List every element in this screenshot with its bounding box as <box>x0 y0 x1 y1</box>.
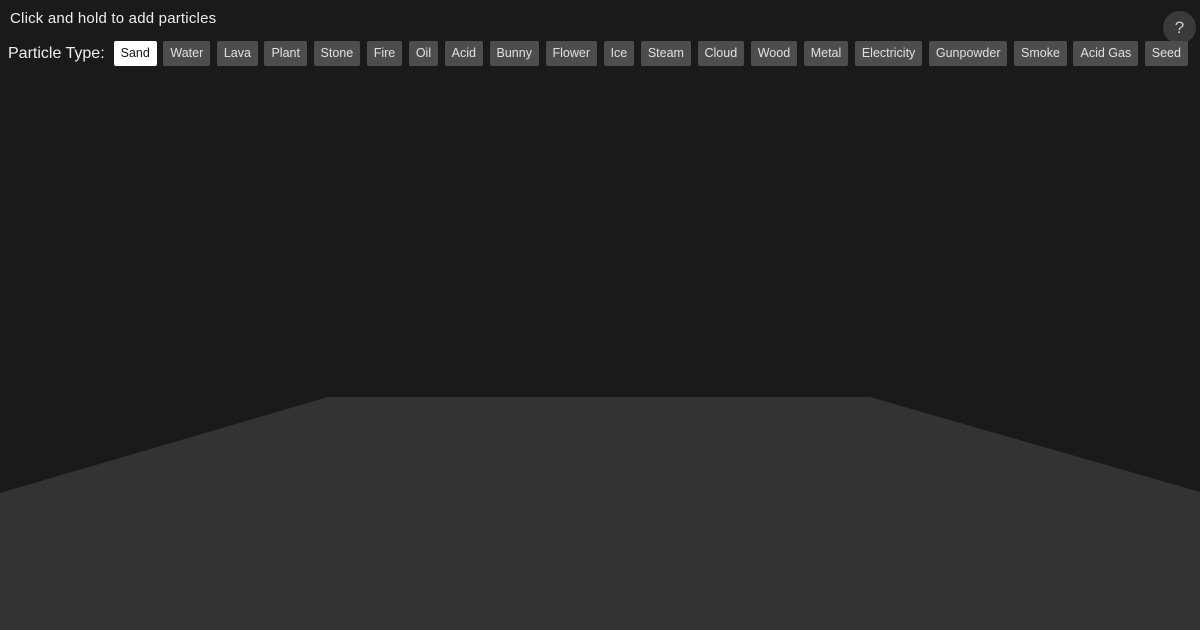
particle-type-button-smoke[interactable]: Smoke <box>1014 41 1067 66</box>
particle-type-button-seed[interactable]: Seed <box>1144 41 1188 66</box>
particle-type-button-water[interactable]: Water <box>163 41 211 66</box>
particle-type-button-wood[interactable]: Wood <box>750 41 798 66</box>
particle-type-button-metal[interactable]: Metal <box>803 41 849 66</box>
particle-type-button-electricity[interactable]: Electricity <box>854 41 923 66</box>
particle-type-button-sand[interactable]: Sand <box>113 41 157 66</box>
particle-type-list: Sand Water Lava Plant Stone Fire Oil Acid Bunny F… <box>113 41 1188 66</box>
particle-type-button-acid[interactable]: Acid <box>444 41 483 66</box>
simulation-canvas[interactable] <box>0 0 1200 630</box>
particle-type-button-fire[interactable]: Fire <box>366 41 403 66</box>
particle-type-button-ice[interactable]: Ice <box>603 41 635 66</box>
particle-type-button-bunny[interactable]: Bunny <box>489 41 539 66</box>
particle-type-button-flower[interactable]: Flower <box>545 41 598 66</box>
particle-type-button-acid-gas[interactable]: Acid Gas <box>1073 41 1139 66</box>
help-button[interactable]: ? <box>1163 11 1196 44</box>
particle-type-button-cloud[interactable]: Cloud <box>697 41 745 66</box>
particle-type-button-lava[interactable]: Lava <box>216 41 258 66</box>
particle-type-button-gunpowder[interactable]: Gunpowder <box>928 41 1008 66</box>
particle-type-button-stone[interactable]: Stone <box>313 41 361 66</box>
instructions-text: Click and hold to add particles <box>10 10 217 27</box>
particle-type-button-steam[interactable]: Steam <box>640 41 691 66</box>
particle-type-toolbar: Particle Type: Sand Water Lava Plant Stone Fi… <box>8 41 1188 66</box>
particle-type-button-plant[interactable]: Plant <box>264 41 307 66</box>
particle-type-button-oil[interactable]: Oil <box>408 41 439 66</box>
ground-plane <box>0 397 1200 630</box>
particle-type-label: Particle Type: <box>8 44 105 62</box>
